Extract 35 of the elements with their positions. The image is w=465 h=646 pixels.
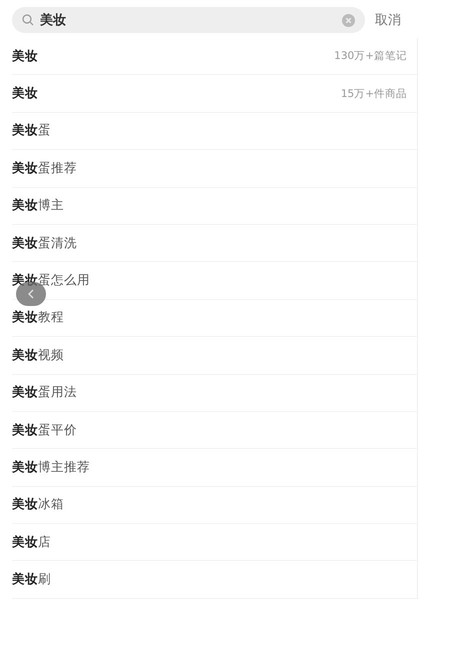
suggestion-text: 美妆蛋怎么用 — [12, 272, 90, 290]
suggestion-text: 美妆蛋清洗 — [12, 234, 77, 252]
suggestion-text: 美妆蛋 — [12, 122, 51, 140]
suggestion-text: 美妆博主 — [12, 197, 64, 214]
suggestion-text: 美妆 — [12, 48, 38, 65]
suggestion-item[interactable]: 美妆蛋推荐 — [12, 150, 417, 188]
suggestion-item[interactable]: 美妆蛋用法 — [12, 374, 417, 412]
search-bar[interactable]: 美妆 — [12, 7, 365, 33]
search-icon — [22, 14, 34, 26]
suggestion-item[interactable]: 美妆冰箱 — [12, 486, 417, 524]
suggestion-item[interactable]: 美妆刷 — [12, 561, 417, 599]
result-count: 15万+件商品 — [340, 86, 407, 101]
suggestion-item[interactable]: 美妆博主 — [12, 188, 417, 225]
suggestion-text: 美妆刷 — [12, 571, 51, 588]
suggestion-item[interactable]: 美妆蛋清洗 — [12, 224, 417, 262]
suggestion-text: 美妆教程 — [12, 309, 64, 326]
suggestion-item[interactable]: 美妆 15万+件商品 — [12, 75, 417, 113]
suggestion-text: 美妆 — [12, 85, 38, 102]
suggestion-text: 美妆蛋平价 — [12, 422, 77, 439]
suggestion-text: 美妆蛋用法 — [12, 384, 77, 402]
suggestion-text: 美妆视频 — [12, 346, 64, 364]
suggestion-item[interactable]: 美妆店 — [12, 524, 417, 562]
suggestion-item[interactable]: 美妆 130万+篇笔记 — [12, 38, 417, 76]
suggestion-item[interactable]: 美妆视频 — [12, 337, 417, 375]
suggestion-item[interactable]: 美妆蛋平价 — [12, 412, 417, 450]
suggestion-text: 美妆博主推荐 — [12, 458, 90, 476]
suggestion-text: 美妆冰箱 — [12, 496, 64, 514]
search-input[interactable]: 美妆 — [40, 12, 336, 28]
suggestion-text: 美妆蛋推荐 — [12, 160, 77, 177]
chevron-left-icon — [27, 289, 35, 299]
suggestion-item[interactable]: 美妆博主推荐 — [12, 449, 417, 487]
suggestion-text: 美妆店 — [12, 534, 51, 551]
suggestion-item[interactable]: 美妆蛋 — [12, 112, 417, 150]
result-count: 130万+篇笔记 — [334, 49, 407, 64]
cancel-button[interactable]: 取消 — [375, 11, 401, 29]
